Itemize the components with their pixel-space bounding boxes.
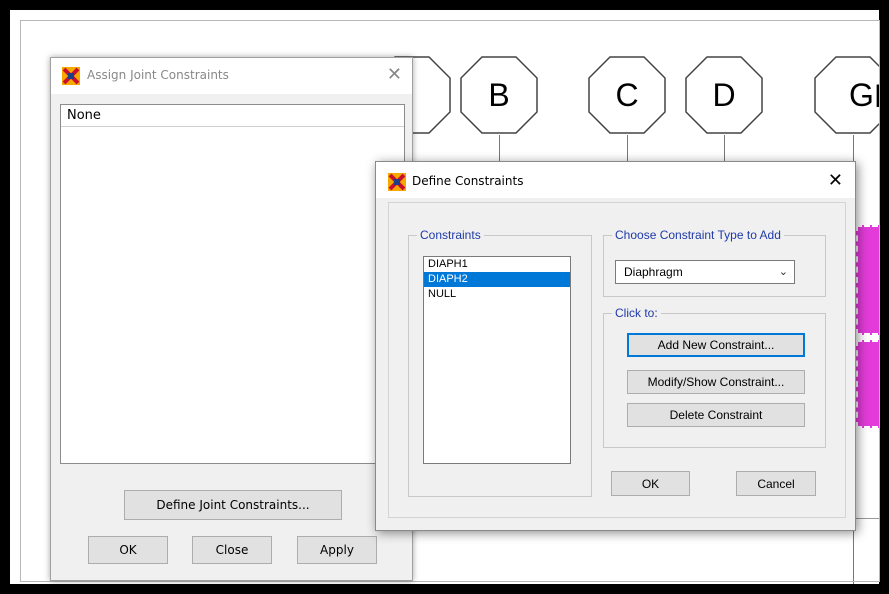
dialog-title: Assign Joint Constraints <box>87 68 229 82</box>
modify-show-constraint-button[interactable]: Modify/Show Constraint... <box>627 370 805 394</box>
click-to-group-label: Click to: <box>612 306 661 320</box>
ok-button[interactable]: OK <box>611 471 690 496</box>
list-item[interactable]: DIAPH1 <box>424 257 570 272</box>
dialog-titlebar[interactable]: Define Constraints ✕ <box>376 162 855 198</box>
constraint-type-select[interactable]: Diaphragm ⌄ <box>615 260 795 284</box>
cancel-button[interactable]: Cancel <box>736 471 816 496</box>
constraints-list[interactable]: DIAPH1 DIAPH2 NULL <box>423 256 571 464</box>
sap2000-logo-icon <box>388 173 406 191</box>
define-constraints-dialog: Define Constraints ✕ Constraints DIAPH1 … <box>375 161 856 531</box>
click-to-group: Click to: Add New Constraint... Modify/S… <box>603 306 826 448</box>
assign-joint-constraints-dialog: Assign Joint Constraints ✕ None Define J… <box>50 57 413 581</box>
list-item[interactable]: None <box>61 105 404 127</box>
delete-constraint-button[interactable]: Delete Constraint <box>627 403 805 427</box>
dialog-title: Define Constraints <box>412 174 524 188</box>
constraint-type-group-label: Choose Constraint Type to Add <box>612 228 784 242</box>
close-icon[interactable]: ✕ <box>387 64 402 85</box>
constraint-type-value: Diaphragm <box>624 265 683 279</box>
constraint-type-group: Choose Constraint Type to Add Diaphragm … <box>603 228 826 297</box>
constraints-group-label: Constraints <box>417 228 484 242</box>
constraints-group: Constraints DIAPH1 DIAPH2 NULL <box>408 228 592 497</box>
define-joint-constraints-button[interactable]: Define Joint Constraints... <box>124 490 342 520</box>
add-new-constraint-button[interactable]: Add New Constraint... <box>627 333 805 357</box>
dialog-content: Constraints DIAPH1 DIAPH2 NULL Choose Co… <box>388 202 846 518</box>
apply-button[interactable]: Apply <box>297 536 377 564</box>
ok-button[interactable]: OK <box>88 536 168 564</box>
chevron-down-icon[interactable]: ⌄ <box>779 261 788 283</box>
list-item[interactable]: NULL <box>424 287 570 302</box>
close-icon[interactable]: ✕ <box>828 170 843 191</box>
dialog-titlebar[interactable]: Assign Joint Constraints ✕ <box>51 58 412 94</box>
close-button[interactable]: Close <box>192 536 272 564</box>
joint-constraints-list[interactable]: None <box>60 104 405 464</box>
list-item-selected[interactable]: DIAPH2 <box>424 272 570 287</box>
sap2000-logo-icon <box>62 67 80 85</box>
